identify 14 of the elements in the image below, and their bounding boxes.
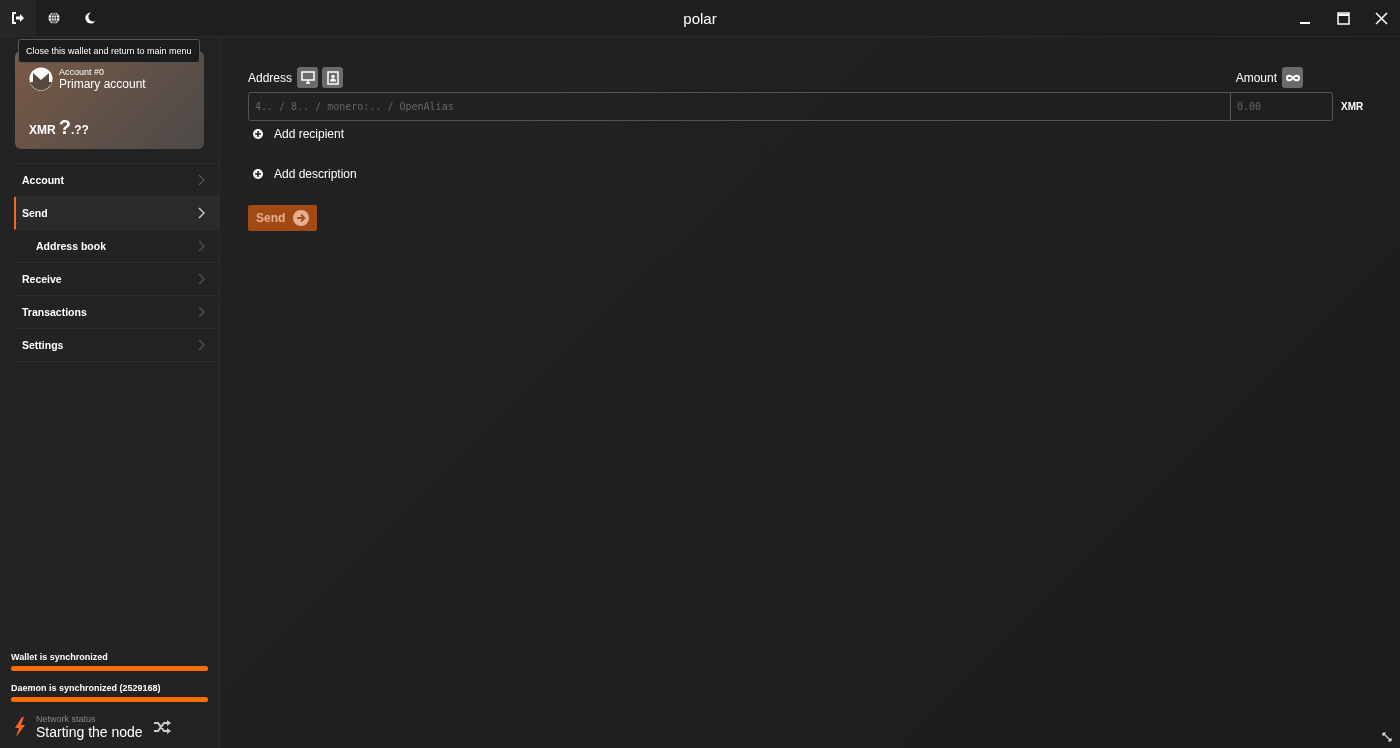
balance-currency: XMR <box>29 123 56 137</box>
amount-label: Amount <box>1235 70 1277 85</box>
account-name: Primary account <box>59 77 146 91</box>
balance-integer: ? <box>58 116 71 139</box>
account-number: Account #0 <box>59 67 106 77</box>
address-label: Address <box>248 70 293 85</box>
network-status: Starting the node <box>36 724 143 740</box>
sync-label: Wallet is synchronized <box>11 652 109 662</box>
currency-label: XMR <box>1341 101 1364 112</box>
balance-fraction: .?? <box>70 123 89 137</box>
sync-label: Daemon is synchronized (2529168) <box>11 683 162 693</box>
tooltip: Close this wallet and return to main menu <box>18 39 200 63</box>
window-title: polar <box>683 9 717 27</box>
network-caption: Network status <box>36 714 97 724</box>
